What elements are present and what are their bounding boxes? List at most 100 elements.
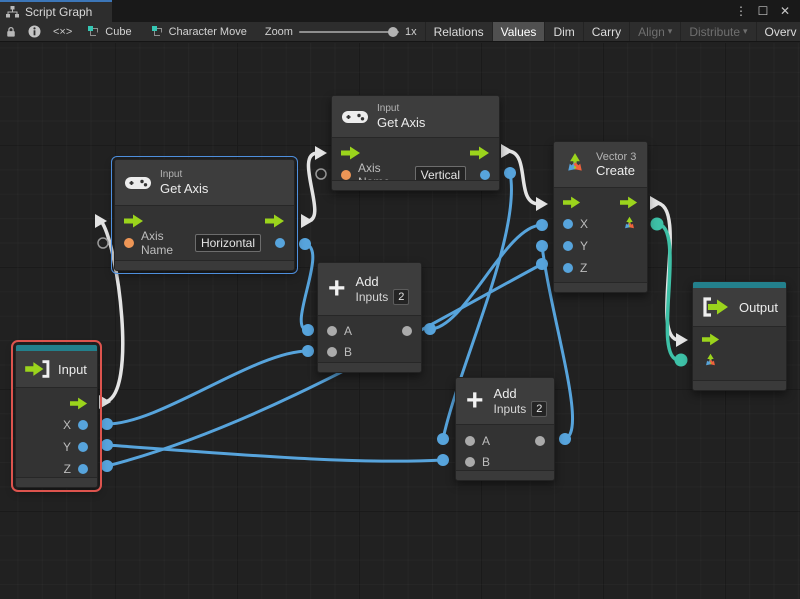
breadcrumb-label: Character Move <box>169 26 247 38</box>
edit-script-button[interactable]: <×> <box>47 22 78 41</box>
x-output-port[interactable] <box>78 420 88 430</box>
x-port[interactable] <box>563 219 573 229</box>
node-category: Vector 3 <box>596 151 636 163</box>
node-category: Input <box>377 103 425 115</box>
node-add-2[interactable]: + Add Inputs 2 A B <box>455 377 555 481</box>
wire-getaxis-horizontal-to-getaxis-vertical[interactable] <box>307 153 318 221</box>
menu-icon[interactable]: ⋮ <box>732 4 750 18</box>
flow-out-arrow-icon[interactable] <box>470 146 490 160</box>
flow-in-arrow-icon[interactable] <box>563 196 581 209</box>
node-get-axis-vertical[interactable]: Input Get Axis Axis Name Vertical <box>331 95 500 191</box>
tab-title: Script Graph <box>25 5 92 19</box>
flow-out-arrow-icon[interactable] <box>265 214 285 228</box>
port-label: Axis Name <box>141 229 188 257</box>
chevron-down-icon: ▾ <box>668 26 673 37</box>
node-category: Input <box>160 169 208 181</box>
output-icon <box>701 296 731 318</box>
node-footer <box>693 380 786 390</box>
vector3-icon <box>562 152 588 178</box>
node-title: Get Axis <box>160 181 208 196</box>
node-title: Create <box>596 163 636 178</box>
y-output-port[interactable] <box>78 442 88 452</box>
zoom-control: Zoom 1x <box>257 22 425 41</box>
tab-bar: Script Graph ⋮ ☐ ✕ <box>0 0 800 22</box>
node-vector3-create[interactable]: Vector 3 Create X <box>553 141 648 293</box>
breadcrumb-character-move[interactable]: Character Move <box>142 22 257 41</box>
tab-script-graph[interactable]: Script Graph <box>0 0 112 22</box>
inputs-count-field[interactable]: 2 <box>393 289 409 305</box>
wire-add1-to-vector3-x[interactable] <box>430 225 542 329</box>
node-graph-input[interactable]: Input X Y Z <box>15 344 98 488</box>
vector3-input-port[interactable] <box>702 353 719 370</box>
lock-button[interactable] <box>0 22 22 41</box>
node-get-axis-horizontal[interactable]: Input Get Axis Axis Name Horizontal <box>114 159 295 271</box>
node-title: Add <box>494 386 548 401</box>
breadcrumb-label: Cube <box>105 26 131 38</box>
graph-node-icon <box>88 26 100 38</box>
inputs-label: Inputs <box>494 402 527 416</box>
node-title: Get Axis <box>377 115 425 130</box>
info-button[interactable] <box>22 22 47 41</box>
breadcrumb-cube[interactable]: Cube <box>78 22 141 41</box>
relations-button[interactable]: Relations <box>425 22 492 41</box>
graph-canvas[interactable]: Input Get Axis Axis Name Vertical <box>0 43 800 599</box>
input-a-port[interactable] <box>465 436 475 446</box>
node-footer <box>554 282 647 292</box>
flow-out-arrow-icon[interactable] <box>620 196 638 209</box>
distribute-dropdown[interactable]: Distribute ▾ <box>680 22 755 41</box>
zoom-slider[interactable] <box>299 31 399 33</box>
unity-visual-scripting-window: Script Graph ⋮ ☐ ✕ <×> <box>0 0 800 599</box>
align-dropdown[interactable]: Align ▾ <box>629 22 680 41</box>
gamepad-icon <box>342 109 368 125</box>
input-icon <box>23 359 51 379</box>
node-footer <box>456 470 554 480</box>
input-a-port[interactable] <box>327 326 337 336</box>
wire-input-y-to-add2-b[interactable] <box>107 445 443 461</box>
gamepad-icon <box>125 175 151 191</box>
overview-button[interactable]: Overv <box>756 22 800 41</box>
zoom-value: 1x <box>405 26 417 38</box>
node-title: Input <box>58 362 87 377</box>
result-port[interactable] <box>275 238 285 248</box>
values-button[interactable]: Values <box>492 22 545 41</box>
zoom-slider-knob[interactable] <box>388 27 398 37</box>
inputs-count-field[interactable]: 2 <box>531 401 547 417</box>
axis-name-value-field[interactable]: Horizontal <box>195 234 261 252</box>
close-icon[interactable]: ✕ <box>776 4 794 18</box>
flow-in-arrow-icon[interactable] <box>341 146 361 160</box>
flow-in-arrow-icon[interactable] <box>702 333 720 346</box>
y-port[interactable] <box>563 241 573 251</box>
node-footer <box>115 260 294 270</box>
node-title: Output <box>739 300 778 315</box>
maximize-icon[interactable]: ☐ <box>754 4 772 18</box>
node-footer <box>332 180 499 190</box>
node-footer <box>16 477 97 487</box>
dim-button[interactable]: Dim <box>544 22 582 41</box>
result-port[interactable] <box>480 170 490 180</box>
node-title: Add <box>356 274 410 289</box>
input-b-port[interactable] <box>465 457 475 467</box>
input-b-port[interactable] <box>327 347 337 357</box>
zoom-label: Zoom <box>265 26 293 38</box>
node-graph-output[interactable]: Output <box>692 281 787 391</box>
graph-node-icon <box>152 26 164 38</box>
axis-name-port[interactable] <box>341 170 351 180</box>
sum-port[interactable] <box>535 436 545 446</box>
graph-icon <box>6 6 19 18</box>
flow-in-arrow-icon[interactable] <box>124 214 144 228</box>
wire-horizontal-to-add1-a[interactable] <box>301 244 313 330</box>
node-footer <box>318 362 421 372</box>
wire-input-x-to-add1-b[interactable] <box>107 351 308 424</box>
add-icon: + <box>466 388 484 414</box>
code-icon: <×> <box>53 26 72 38</box>
z-output-port[interactable] <box>78 464 88 474</box>
info-icon <box>28 25 41 38</box>
graph-toolbar: <×> Cube Character Move Zoom 1x Relati <box>0 22 800 42</box>
flow-out-arrow-icon[interactable] <box>70 397 88 410</box>
node-add-1[interactable]: + Add Inputs 2 A B <box>317 262 422 373</box>
z-port[interactable] <box>563 263 573 273</box>
axis-name-port[interactable] <box>124 238 134 248</box>
carry-button[interactable]: Carry <box>583 22 629 41</box>
sum-port[interactable] <box>402 326 412 336</box>
vector3-output-port[interactable] <box>621 216 638 233</box>
